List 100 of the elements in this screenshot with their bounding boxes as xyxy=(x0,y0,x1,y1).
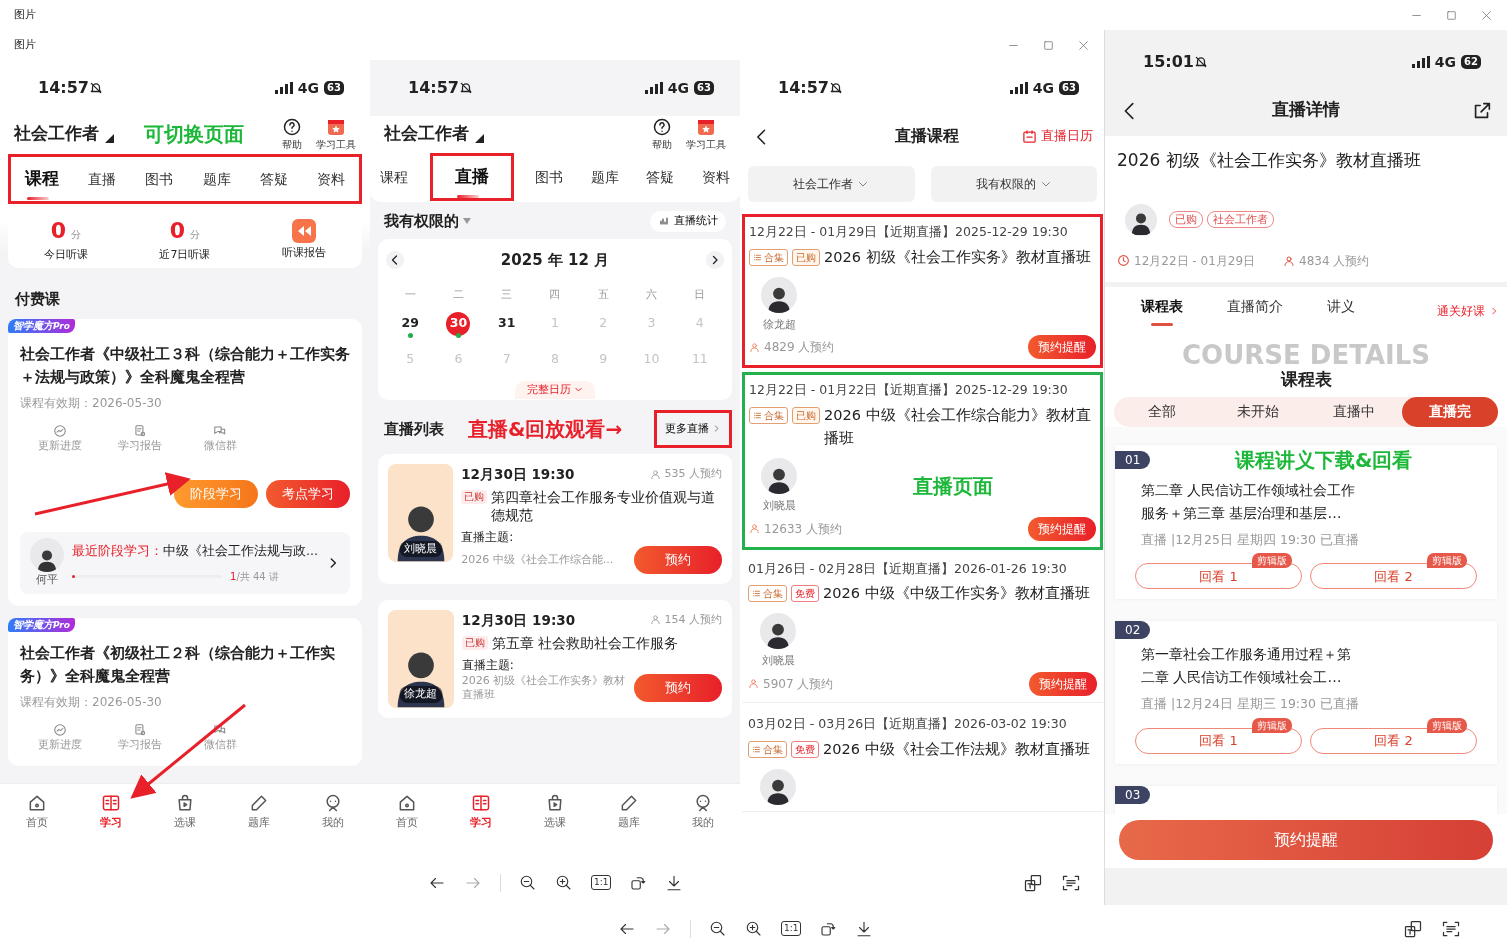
tab[interactable]: 答疑 xyxy=(253,164,294,194)
live-stats-button[interactable]: 直播统计 xyxy=(650,211,726,232)
translate-icon[interactable] xyxy=(1023,872,1044,893)
recent-study-panel[interactable]: 何平 最近阶段学习：中级《社会工作法规与政... 1/共 44 讲 xyxy=(20,531,350,594)
tab[interactable]: 资料 xyxy=(695,162,736,192)
course-tag: 社会工作者 xyxy=(1207,211,1274,228)
nav-item[interactable]: 学习 xyxy=(94,792,128,832)
download-icon[interactable] xyxy=(665,873,684,892)
calendar-day[interactable]: 30 xyxy=(446,311,471,336)
signal-icon xyxy=(1411,56,1430,68)
tab[interactable]: 课程 xyxy=(374,162,414,192)
reserve-button[interactable]: 预约 xyxy=(634,674,722,702)
live-date-range: 12月22日 - 01月29日【近期直播】2025-12-29 19:30 xyxy=(749,223,1069,241)
actual-size-button[interactable]: 1:1 xyxy=(781,921,802,936)
tab[interactable]: 课程表 xyxy=(1141,295,1183,326)
course-title: 2026 中级《中级工作实务》教材直播班 xyxy=(823,584,1090,604)
close-icon[interactable] xyxy=(1480,8,1493,22)
caret-down-icon[interactable] xyxy=(463,218,471,225)
stat-label[interactable]: 听课报告 xyxy=(282,244,327,262)
live-calendar-link[interactable]: 直播日历 xyxy=(1022,126,1093,146)
zoom-out-icon[interactable] xyxy=(709,919,727,938)
course-tag: 免费 xyxy=(791,740,819,758)
filter-segment[interactable]: 未开始 xyxy=(1210,396,1306,427)
filter-segment[interactable]: 全部 xyxy=(1114,396,1210,427)
reservation-count: 12633 人预约 xyxy=(764,520,842,538)
nav-item[interactable]: 学习 xyxy=(464,792,498,832)
caret-icon[interactable] xyxy=(105,133,114,143)
tab[interactable]: 答疑 xyxy=(640,162,681,192)
filter-segment[interactable]: 直播完 xyxy=(1402,396,1498,427)
battery-level: 62 xyxy=(1461,55,1481,69)
header-title[interactable]: 社会工作者 xyxy=(14,121,99,147)
lesson-meta: 直播 |12月25日 星期四 19:30 已直播 xyxy=(1140,530,1360,549)
tab[interactable]: 题库 xyxy=(196,164,237,194)
filter-dropdown[interactable]: 我有权限的 xyxy=(930,166,1097,202)
tab[interactable]: 图书 xyxy=(139,164,180,194)
live-card[interactable]: 刘晓晨 12月30日 19:30 535 人预约 已购 第四章社会工作服务专业价值观与道德规范 直播主题: 2026 中级《社会工作综合能... 预约 xyxy=(378,454,732,584)
study-button[interactable]: 考点学习 xyxy=(266,480,350,508)
recent-course: 中级《社会工作法规与政... xyxy=(163,542,318,558)
help-button[interactable]: 帮助 xyxy=(282,116,302,152)
window-title: 图片 xyxy=(14,36,36,53)
nav-item[interactable]: 我的 xyxy=(686,792,720,832)
actual-size-button[interactable]: 1:1 xyxy=(591,875,612,890)
zoom-out-icon[interactable] xyxy=(519,873,537,892)
nav-item[interactable]: 首页 xyxy=(390,792,424,832)
weekday-label: 五 xyxy=(596,287,610,303)
caret-icon[interactable] xyxy=(475,133,484,143)
filter-segment[interactable]: 直播中 xyxy=(1306,396,1402,427)
calendar-day[interactable]: 31 xyxy=(494,311,519,336)
help-button[interactable]: 帮助 xyxy=(652,116,672,152)
prev-month-button[interactable] xyxy=(386,250,404,269)
tools-button[interactable]: 学习工具 xyxy=(686,116,726,152)
live-card[interactable]: 徐龙超 12月30日 19:30 154 人预约 已购 第五章 社会救助社会工作服务 直播主题: 2026 初级《社会工作实务》教材直播班 预约 xyxy=(378,599,732,718)
validity-text: 课程有效期：2026-05-30 xyxy=(20,694,163,711)
course-card[interactable]: 智学魔方Pro 社会工作者《中级社工３科（综合能力＋工作实务＋法规与政策）》全科魔鬼全程营 课程有效期：2026-05-30 更新进度 学习报告 微信群 阶段学习 考点学习 何平 最近阶段学习：中级《社会工作法规与政... 1/共 44 讲 xyxy=(8,318,362,606)
section-title: 课程表 xyxy=(1279,368,1333,389)
header-title[interactable]: 社会工作者 xyxy=(384,121,469,147)
report-document-icon xyxy=(133,423,147,438)
tab[interactable]: 直播 xyxy=(82,164,123,194)
tab[interactable]: 资料 xyxy=(310,164,351,194)
weekday-label: 日 xyxy=(693,287,707,303)
nav-item[interactable]: 题库 xyxy=(242,792,276,832)
reminder-button[interactable]: 预约提醒 xyxy=(1028,335,1096,360)
tools-button[interactable]: 学习工具 xyxy=(316,116,356,152)
nav-item[interactable]: 首页 xyxy=(20,792,54,832)
nav-item[interactable]: 选课 xyxy=(168,792,202,832)
replay-report-icon[interactable] xyxy=(290,216,319,245)
nav-item[interactable]: 选课 xyxy=(538,792,572,832)
reservation-count: 4829 人预约 xyxy=(764,339,835,357)
reminder-button[interactable]: 预约提醒 xyxy=(1028,516,1096,541)
full-calendar-button[interactable]: 完整日历 xyxy=(514,380,596,399)
featured-courses-link[interactable]: 通关好课 xyxy=(1437,301,1499,320)
teacher-name: 徐龙超 xyxy=(762,316,796,333)
section-title: 付费课 xyxy=(13,289,61,310)
tab[interactable]: 图书 xyxy=(529,162,570,192)
reserve-button[interactable]: 预约 xyxy=(634,546,722,574)
calendar-day[interactable]: 29 xyxy=(398,311,423,336)
reminder-button[interactable]: 预约提醒 xyxy=(1029,671,1097,696)
download-icon[interactable] xyxy=(855,919,874,938)
tab[interactable]: 题库 xyxy=(584,162,625,192)
status-time: 14:57 xyxy=(408,77,459,99)
close-icon[interactable] xyxy=(1077,38,1090,52)
next-month-button[interactable] xyxy=(706,250,724,269)
more-live-link[interactable]: 更多直播 xyxy=(660,414,725,443)
person-silhouette-icon xyxy=(765,621,791,650)
course-title: 社会工作者《初级社工２科（综合能力＋工作实务）》全科魔鬼全程营 xyxy=(20,643,336,687)
filter-dropdown[interactable]: 我有权限的 xyxy=(384,210,459,233)
zoom-in-icon[interactable] xyxy=(555,873,573,892)
reminder-button[interactable]: 预约提醒 xyxy=(1119,820,1493,860)
zoom-in-icon[interactable] xyxy=(745,919,763,938)
tab[interactable]: 讲义 xyxy=(1327,295,1355,326)
chevron-right-icon xyxy=(712,424,721,433)
list-icon xyxy=(752,744,761,754)
tab[interactable]: 直播简介 xyxy=(1227,295,1283,326)
muted-bell-icon xyxy=(458,81,473,95)
lesson-meta: 直播 |12月24日 星期三 19:30 已直播 xyxy=(1140,695,1360,714)
list-icon xyxy=(753,411,762,420)
translate-icon[interactable] xyxy=(1403,918,1424,939)
nav-item[interactable]: 题库 xyxy=(612,792,646,832)
filter-dropdown[interactable]: 社会工作者 xyxy=(748,166,915,202)
nav-item[interactable]: 我的 xyxy=(316,792,350,832)
